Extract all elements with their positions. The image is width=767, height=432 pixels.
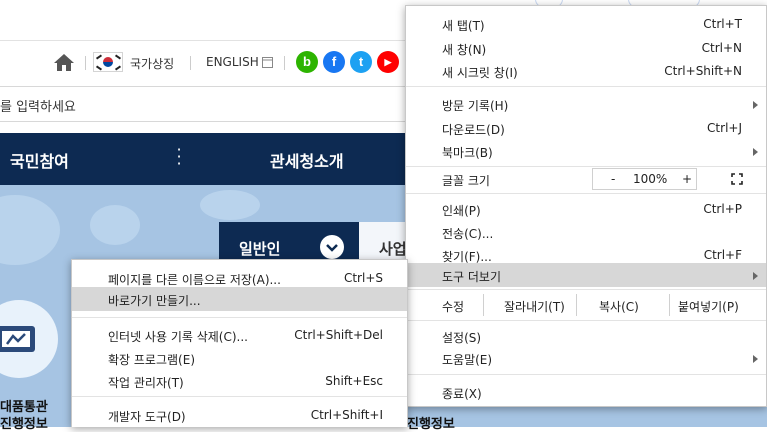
menu-item-help[interactable]: 도움말(E) (406, 346, 766, 370)
blog-icon[interactable]: b (296, 51, 318, 73)
menu-separator (72, 317, 407, 318)
menu-separator (406, 289, 766, 290)
zoom-control: - 100% + (592, 168, 697, 190)
chrome-menu: 새 탭(T) Ctrl+T 새 창(N) Ctrl+N 새 시크릿 창(I) C… (405, 5, 767, 407)
submenu-arrow-icon (753, 101, 758, 109)
divider (284, 56, 285, 70)
zoom-in-button[interactable]: + (682, 172, 692, 186)
more-vert-icon[interactable]: · · · (174, 142, 184, 172)
menu-item-cast[interactable]: 전송(C)... (406, 220, 766, 244)
copy-button[interactable]: 복사(C) (576, 294, 669, 316)
submenu-item-extensions[interactable]: 확장 프로그램(E) (72, 346, 407, 370)
nav-item-about[interactable]: 관세청소개 (270, 148, 344, 172)
korean-flag-icon (93, 52, 123, 72)
facebook-icon[interactable]: f (323, 51, 345, 73)
menu-separator (72, 396, 407, 397)
divider (190, 56, 191, 70)
cut-button[interactable]: 잘라내기(T) (483, 294, 576, 316)
national-symbol-link[interactable]: 국가상징 (130, 55, 174, 72)
submenu-arrow-icon (753, 272, 758, 280)
map-decoration (200, 190, 260, 220)
service-caption[interactable]: 진행정보 (0, 413, 48, 432)
menu-item-bookmarks[interactable]: 북마크(B) (406, 139, 766, 163)
submenu-arrow-icon (753, 355, 758, 363)
menu-item-new-window[interactable]: 새 창(N) Ctrl+N (406, 36, 766, 60)
menu-separator (406, 374, 766, 375)
service-caption[interactable]: 진행정보 (407, 413, 455, 432)
customs-service-icon[interactable] (0, 300, 58, 378)
menu-separator (406, 193, 766, 194)
menu-item-new-incognito[interactable]: 새 시크릿 창(I) Ctrl+Shift+N (406, 59, 766, 83)
nav-item-participation[interactable]: 국민참여 (10, 148, 69, 172)
menu-item-downloads[interactable]: 다운로드(D) Ctrl+J (406, 116, 766, 140)
tab-business-label: 사업 (379, 240, 407, 258)
menu-item-settings[interactable]: 설정(S) (406, 324, 766, 348)
zoom-level: 100% (633, 172, 668, 186)
more-tools-submenu: 페이지를 다른 이름으로 저장(A)... Ctrl+S 바로가기 만들기...… (71, 259, 408, 427)
submenu-item-create-shortcut[interactable]: 바로가기 만들기... (72, 287, 407, 311)
window-icon (262, 57, 273, 68)
submenu-item-dev-tools[interactable]: 개발자 도구(D) Ctrl+Shift+I (72, 403, 407, 427)
paste-button[interactable]: 붙여넣기(P) (669, 294, 766, 316)
menu-item-font-size: 글꼴 크기 - 100% + (406, 167, 766, 191)
menu-item-new-tab[interactable]: 새 탭(T) Ctrl+T (406, 12, 766, 36)
submenu-item-task-manager[interactable]: 작업 관리자(T) Shift+Esc (72, 369, 407, 393)
twitter-icon[interactable]: t (350, 51, 372, 73)
zoom-out-button[interactable]: - (611, 172, 615, 186)
menu-item-print[interactable]: 인쇄(P) Ctrl+P (406, 197, 766, 221)
submenu-arrow-icon (753, 148, 758, 156)
youtube-icon[interactable]: ▶ (377, 51, 399, 73)
menu-separator (406, 320, 766, 321)
search-placeholder: 를 입력하세요 (0, 100, 76, 115)
divider (85, 56, 86, 70)
submenu-item-clear-data[interactable]: 인터넷 사용 기록 삭제(C)... Ctrl+Shift+Del (72, 323, 407, 347)
home-icon[interactable] (53, 52, 75, 72)
menu-item-edit: 수정 잘라내기(T) 복사(C) 붙여넣기(P) (406, 293, 766, 317)
menu-item-history[interactable]: 방문 기록(H) (406, 92, 766, 116)
map-decoration (90, 205, 140, 245)
chevron-down-icon[interactable] (320, 235, 344, 259)
menu-separator (406, 86, 766, 87)
menu-item-exit[interactable]: 종료(X) (406, 380, 766, 404)
english-link[interactable]: ENGLISH (206, 55, 259, 69)
fullscreen-icon[interactable] (731, 173, 743, 185)
tab-general-label: 일반인 (239, 240, 281, 258)
menu-item-more-tools[interactable]: 도구 더보기 (406, 263, 766, 287)
